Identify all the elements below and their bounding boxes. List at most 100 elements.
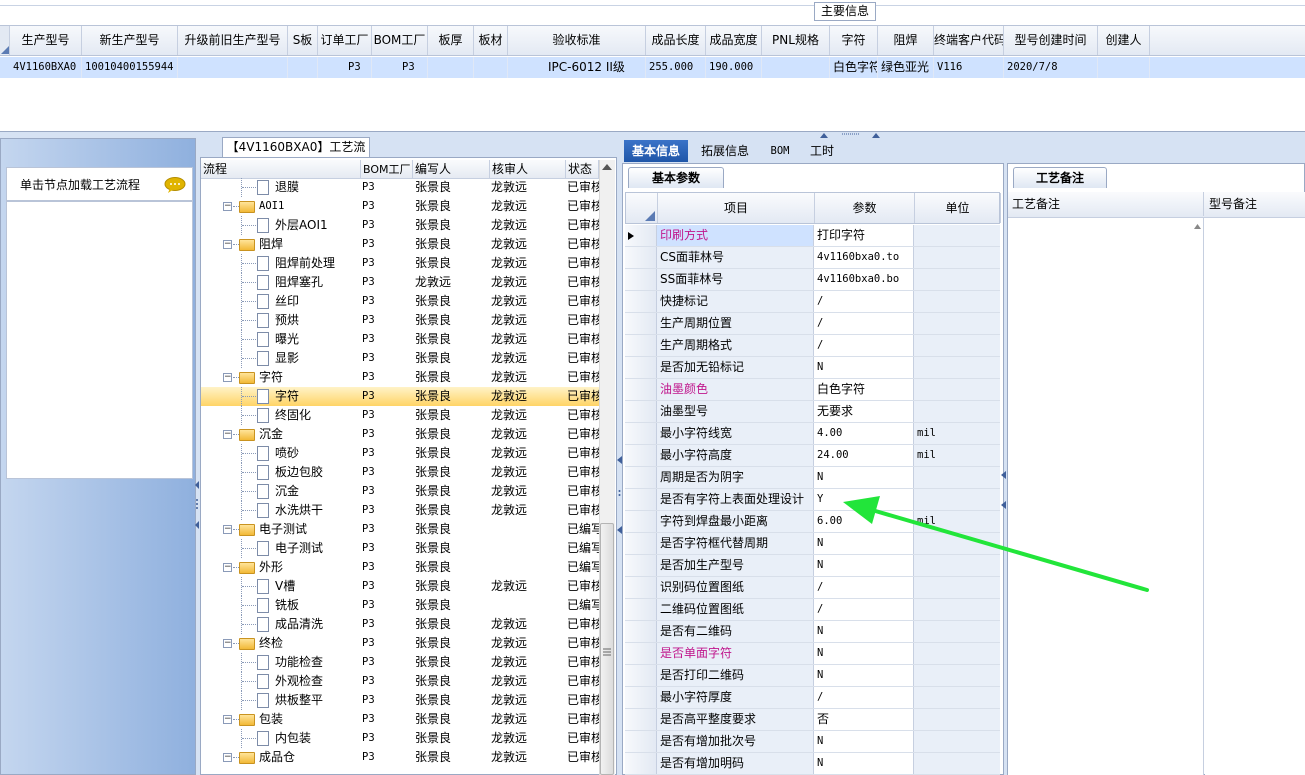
param-value[interactable]: 4.00	[814, 423, 914, 444]
row-header[interactable]	[625, 577, 657, 598]
column-header[interactable]: 板厚	[428, 26, 474, 55]
params-row[interactable]: 最小字符厚度 /	[625, 687, 1000, 709]
param-value[interactable]: /	[814, 335, 914, 356]
tree-node[interactable]: 外层AOI1 P3 张景良 龙敦远 已审核	[201, 216, 599, 235]
row-header[interactable]	[625, 731, 657, 752]
params-row[interactable]: 生产周期位置 /	[625, 313, 1000, 335]
row-header[interactable]	[625, 555, 657, 576]
tree-node[interactable]: 外观检查 P3 张景良 龙敦远 已审核	[201, 672, 599, 691]
tree-node[interactable]: 显影 P3 张景良 龙敦远 已审核	[201, 349, 599, 368]
grid-cell[interactable]: 10010400155944	[82, 57, 178, 78]
param-value[interactable]: N	[814, 731, 914, 752]
column-header[interactable]: PNL规格	[762, 26, 830, 55]
params-row[interactable]: 印刷方式 打印字符	[625, 225, 1000, 247]
param-value[interactable]: /	[814, 599, 914, 620]
tree-node[interactable]: − 电子测试 P3 张景良 已编写	[201, 520, 599, 539]
process-note-textarea[interactable]	[1008, 218, 1204, 775]
tab-process-notes[interactable]: 工艺备注	[1013, 167, 1107, 188]
param-value[interactable]: N	[814, 555, 914, 576]
params-row[interactable]: 是否有增加批次号 N	[625, 731, 1000, 753]
tree-node[interactable]: 预烘 P3 张景良 龙敦远 已审核	[201, 311, 599, 330]
column-header[interactable]: 创建人	[1098, 26, 1150, 55]
tree-node[interactable]: − 成品仓 P3 张景良 龙敦远 已审核	[201, 748, 599, 767]
tree-node[interactable]: − AOI1 P3 张景良 龙敦远 已审核	[201, 197, 599, 216]
grid-cell[interactable]: 2020/7/8	[1004, 57, 1098, 78]
right-splitter[interactable]	[1001, 470, 1006, 510]
tab-bom[interactable]: BOM	[760, 140, 800, 162]
tree-node[interactable]: 终固化 P3 张景良 龙敦远 已审核	[201, 406, 599, 425]
tree-node[interactable]: 板边包胶 P3 张景良 龙敦远 已审核	[201, 463, 599, 482]
tree-node[interactable]: 阻焊前处理 P3 张景良 龙敦远 已审核	[201, 254, 599, 273]
column-header[interactable]: 板材	[474, 26, 508, 55]
note-scroll-up-icon[interactable]	[1193, 223, 1202, 230]
collapse-icon[interactable]: −	[223, 373, 232, 382]
params-row[interactable]: 生产周期格式 /	[625, 335, 1000, 357]
scroll-up-icon[interactable]	[601, 163, 613, 171]
row-header[interactable]	[625, 291, 657, 312]
row-header[interactable]	[625, 379, 657, 400]
row-header[interactable]	[625, 335, 657, 356]
column-header[interactable]: 阻焊	[878, 26, 934, 55]
tree-node[interactable]: 阻焊塞孔 P3 龙敦远 龙敦远 已审核	[201, 273, 599, 292]
row-header[interactable]	[625, 665, 657, 686]
param-value[interactable]: 无要求	[814, 401, 914, 422]
params-row[interactable]: 周期是否为阴字 N	[625, 467, 1000, 489]
collapse-icon[interactable]: −	[223, 525, 232, 534]
column-header[interactable]: S板	[288, 26, 318, 55]
tree-node[interactable]: 曝光 P3 张景良 龙敦远 已审核	[201, 330, 599, 349]
params-row[interactable]: 是否字符框代替周期 N	[625, 533, 1000, 555]
tree-node[interactable]: 丝印 P3 张景良 龙敦远 已审核	[201, 292, 599, 311]
column-header[interactable]: 型号创建时间	[1004, 26, 1098, 55]
grid-cell[interactable]: 255.000	[646, 57, 706, 78]
grid-cell[interactable]: V116	[934, 57, 1004, 78]
params-row[interactable]: 字符到焊盘最小距离 6.00 mil	[625, 511, 1000, 533]
grid-cell[interactable]: 白色字符	[830, 57, 878, 78]
param-value[interactable]: 白色字符	[814, 379, 914, 400]
column-header[interactable]: 终端客户代码	[934, 26, 1004, 55]
row-header[interactable]	[625, 533, 657, 554]
tree-node[interactable]: 烘板整平 P3 张景良 龙敦远 已审核	[201, 691, 599, 710]
row-header[interactable]	[625, 753, 657, 774]
row-header[interactable]	[625, 599, 657, 620]
grid-cell[interactable]: P3	[372, 57, 428, 78]
tab-basic-params[interactable]: 基本参数	[628, 167, 724, 188]
params-row[interactable]: CS面菲林号 4v1160bxa0.to	[625, 247, 1000, 269]
params-column-header[interactable]: 参数	[815, 193, 915, 223]
row-header[interactable]	[625, 357, 657, 378]
comment-bubble-icon[interactable]	[164, 177, 186, 193]
tree-node[interactable]: 电子测试 P3 张景良 已编写	[201, 539, 599, 558]
grid-cell[interactable]: P3	[318, 57, 372, 78]
grid-cell[interactable]	[178, 57, 288, 78]
grid-cell[interactable]	[288, 57, 318, 78]
collapse-icon[interactable]: −	[223, 753, 232, 762]
grid-cell[interactable]: IPC-6012 II级	[508, 57, 646, 78]
tree-node[interactable]: 水洗烘干 P3 张景良 龙敦远 已审核	[201, 501, 599, 520]
process-flow-tab[interactable]: 【4V1160BXA0】工艺流程	[222, 137, 370, 172]
params-row[interactable]: 最小字符线宽 4.00 mil	[625, 423, 1000, 445]
tree-node[interactable]: − 字符 P3 张景良 龙敦远 已审核	[201, 368, 599, 387]
param-value[interactable]: /	[814, 313, 914, 334]
tree-node[interactable]: 字符 P3 张景良 龙敦远 已审核	[201, 387, 599, 406]
params-row[interactable]: SS面菲林号 4v1160bxa0.bo	[625, 269, 1000, 291]
top-splitter-grip[interactable]	[820, 131, 880, 139]
collapse-icon[interactable]: −	[223, 639, 232, 648]
column-header[interactable]: BOM工厂	[372, 26, 428, 55]
collapse-icon[interactable]: −	[223, 563, 232, 572]
param-value[interactable]: /	[814, 577, 914, 598]
column-header[interactable]: 字符	[830, 26, 878, 55]
params-row[interactable]: 是否打印二维码 N	[625, 665, 1000, 687]
tree-node[interactable]: 铣板 P3 张景良 已编写	[201, 596, 599, 615]
tab-extended-info[interactable]: 拓展信息	[694, 140, 756, 162]
param-value[interactable]: /	[814, 291, 914, 312]
grid-cell[interactable]	[474, 57, 508, 78]
param-value[interactable]: N	[814, 357, 914, 378]
params-row[interactable]: 是否加无铅标记 N	[625, 357, 1000, 379]
param-value[interactable]: 4v1160bxa0.bo	[814, 269, 914, 290]
param-value[interactable]: 24.00	[814, 445, 914, 466]
tab-basic-info[interactable]: 基本信息	[624, 140, 688, 162]
collapse-icon[interactable]: −	[223, 202, 232, 211]
collapse-icon[interactable]: −	[223, 430, 232, 439]
params-row[interactable]: 是否有增加明码 N	[625, 753, 1000, 775]
row-header[interactable]	[625, 687, 657, 708]
tree-node[interactable]: V槽 P3 张景良 龙敦远 已审核	[201, 577, 599, 596]
